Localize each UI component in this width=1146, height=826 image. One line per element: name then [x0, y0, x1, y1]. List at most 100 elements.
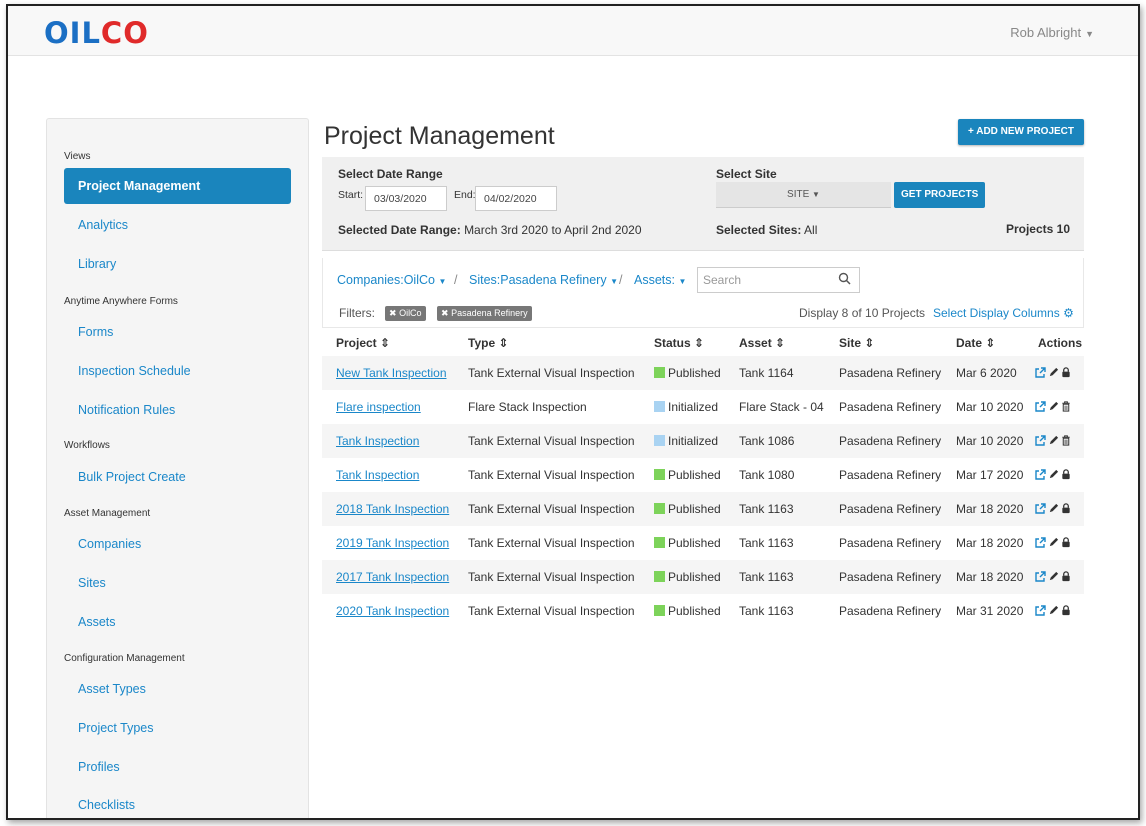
add-new-project-button[interactable]: + ADD NEW PROJECT [957, 119, 1084, 145]
project-type: Tank External Visual Inspection [468, 434, 635, 448]
row-actions [1034, 569, 1073, 583]
selected-date-range: Selected Date Range: March 3rd 2020 to A… [338, 223, 642, 237]
sort-icon: ⇕ [498, 336, 509, 350]
asset: Tank 1163 [739, 570, 794, 584]
pencil-icon[interactable] [1048, 605, 1059, 616]
filter-chip-oilco[interactable]: ✖ OilCo [385, 306, 426, 321]
sidebar-item-notification-rules[interactable]: Notification Rules [64, 392, 291, 428]
project-link[interactable]: Tank Inspection [336, 468, 419, 482]
sidebar-item-asset-types[interactable]: Asset Types [64, 671, 291, 707]
sidebar-section-workflows: Workflows [64, 440, 110, 451]
column-header-site[interactable]: Site ⇕ [839, 336, 874, 350]
project-link[interactable]: 2019 Tank Inspection [336, 536, 449, 550]
companies-dropdown[interactable]: Companies:OilCo ▼ [337, 273, 446, 287]
date: Mar 18 2020 [956, 536, 1024, 550]
external-link-icon[interactable] [1034, 537, 1046, 549]
table-row: New Tank Inspection Tank External Visual … [322, 356, 1084, 390]
external-link-icon[interactable] [1034, 469, 1046, 481]
sidebar-item-project-types[interactable]: Project Types [64, 710, 291, 746]
close-icon[interactable]: ✖ [389, 308, 397, 318]
lock-icon[interactable] [1061, 571, 1071, 582]
sidebar-item-analytics[interactable]: Analytics [64, 207, 291, 243]
lock-icon[interactable] [1061, 503, 1071, 514]
search-icon [838, 272, 851, 288]
project-link[interactable]: Tank Inspection [336, 434, 419, 448]
external-link-icon[interactable] [1034, 401, 1046, 413]
pencil-icon[interactable] [1048, 571, 1059, 582]
status: Published [654, 604, 721, 618]
date-range-label: Select Date Range [338, 167, 443, 181]
search-input[interactable]: Search [697, 267, 860, 293]
sidebar-item-project-management[interactable]: Project Management [64, 168, 291, 204]
column-header-type[interactable]: Type ⇕ [468, 336, 509, 350]
site: Pasadena Refinery [839, 536, 942, 550]
sidebar-item-sites[interactable]: Sites [64, 565, 291, 601]
lock-icon[interactable] [1061, 537, 1071, 548]
projects-count: Projects 10 [1005, 222, 1070, 236]
column-header-asset[interactable]: Asset ⇕ [739, 336, 785, 350]
external-link-icon[interactable] [1034, 367, 1046, 379]
asset: Tank 1086 [739, 434, 795, 448]
get-projects-button[interactable]: GET PROJECTS [894, 182, 986, 208]
status: Published [654, 536, 721, 550]
sites-dropdown[interactable]: Sites:Pasadena Refinery ▼ [469, 273, 618, 287]
table-row: 2019 Tank Inspection Tank External Visual… [322, 526, 1084, 560]
sort-icon: ⇕ [380, 336, 391, 350]
row-actions [1034, 365, 1073, 379]
sidebar-item-assets[interactable]: Assets [64, 604, 291, 640]
sidebar-item-bulk-project-create[interactable]: Bulk Project Create [64, 459, 291, 495]
sidebar-item-checklists[interactable]: Checklists [64, 787, 291, 818]
sidebar: Views Project Management Analytics Libra… [46, 118, 309, 818]
project-type: Tank External Visual Inspection [468, 604, 635, 618]
sidebar-item-library[interactable]: Library [64, 246, 291, 282]
external-link-icon[interactable] [1034, 571, 1046, 583]
table-toolbar: Companies:OilCo ▼ / Sites:Pasadena Refin… [322, 258, 1084, 328]
selected-sites: Selected Sites: All [716, 223, 818, 237]
site: Pasadena Refinery [839, 468, 942, 482]
table-row: 2020 Tank Inspection Tank External Visual… [322, 594, 1084, 628]
project-link[interactable]: New Tank Inspection [336, 366, 447, 380]
date: Mar 18 2020 [956, 570, 1024, 584]
start-date-input[interactable]: 03/03/2020 [365, 186, 447, 211]
select-site-label: Select Site [716, 167, 777, 181]
sidebar-item-forms[interactable]: Forms [64, 314, 291, 350]
asset: Tank 1163 [739, 536, 794, 550]
sidebar-item-profiles[interactable]: Profiles [64, 749, 291, 785]
close-icon[interactable]: ✖ [441, 308, 449, 318]
external-link-icon[interactable] [1034, 605, 1046, 617]
trash-icon[interactable] [1061, 435, 1071, 446]
project-link[interactable]: 2020 Tank Inspection [336, 604, 449, 618]
project-link[interactable]: 2018 Tank Inspection [336, 502, 449, 516]
pencil-icon[interactable] [1048, 367, 1059, 378]
lock-icon[interactable] [1061, 469, 1071, 480]
lock-icon[interactable] [1061, 367, 1071, 378]
column-header-status[interactable]: Status ⇕ [654, 336, 704, 350]
date: Mar 18 2020 [956, 502, 1024, 516]
project-link[interactable]: 2017 Tank Inspection [336, 570, 449, 584]
sidebar-item-inspection-schedule[interactable]: Inspection Schedule [64, 353, 291, 389]
site-dropdown[interactable]: SITE ▼ [716, 182, 891, 208]
external-link-icon[interactable] [1034, 435, 1046, 447]
end-date-input[interactable]: 04/02/2020 [475, 186, 557, 211]
trash-icon[interactable] [1061, 401, 1071, 412]
column-header-project[interactable]: Project ⇕ [336, 336, 390, 350]
assets-dropdown[interactable]: Assets: ▼ [634, 273, 686, 287]
pencil-icon[interactable] [1048, 435, 1059, 446]
select-display-columns-link[interactable]: Select Display Columns ⚙ [933, 306, 1074, 320]
sort-icon: ⇕ [985, 336, 996, 350]
row-actions [1034, 433, 1073, 447]
pencil-icon[interactable] [1048, 469, 1059, 480]
sort-icon: ⇕ [775, 336, 786, 350]
project-link[interactable]: Flare inspection [336, 400, 421, 414]
user-menu[interactable]: Rob Albright ▼ [1010, 25, 1094, 40]
lock-icon[interactable] [1061, 605, 1071, 616]
pencil-icon[interactable] [1048, 503, 1059, 514]
pencil-icon[interactable] [1048, 537, 1059, 548]
oilco-logo[interactable]: OILCO [44, 18, 149, 48]
column-header-date[interactable]: Date ⇕ [956, 336, 995, 350]
sidebar-item-companies[interactable]: Companies [64, 526, 291, 562]
pencil-icon[interactable] [1048, 401, 1059, 412]
filter-chip-pasadena-refinery[interactable]: ✖ Pasadena Refinery [437, 306, 532, 321]
external-link-icon[interactable] [1034, 503, 1046, 515]
status-indicator [654, 367, 665, 378]
